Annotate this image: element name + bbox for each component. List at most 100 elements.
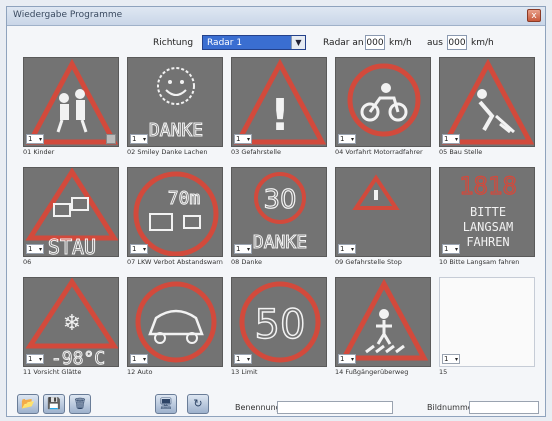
floppy-icon: 💾 <box>47 397 61 410</box>
svg-text:❄: ❄ <box>63 311 81 336</box>
name-field[interactable] <box>277 401 393 414</box>
sign-tile-14[interactable]: 1 14 Fußgängerüberweg <box>335 277 431 377</box>
trash-icon: 🗑 <box>73 397 87 410</box>
sign-caption: 04 Vorfahrt Motorradfahrer <box>335 148 423 156</box>
save-button[interactable]: 💾 <box>43 394 65 414</box>
sign-dropdown[interactable]: 1 <box>26 354 44 364</box>
delete-button[interactable]: 🗑 <box>69 394 91 414</box>
unit-label-b: km/h <box>471 38 494 48</box>
sign-text: 30 <box>263 185 296 215</box>
close-button[interactable]: x <box>527 9 541 22</box>
sign-text: BITTE <box>470 205 506 219</box>
sign-tile-09[interactable]: 1 09 Gefahrstelle Stop <box>335 167 431 267</box>
sign-text: 1818 <box>459 172 517 200</box>
refresh-icon: ↻ <box>193 397 203 410</box>
sign-preview[interactable]: 70m 1 <box>127 167 223 257</box>
sign-preview[interactable]: 1 <box>23 57 119 147</box>
sign-tile-03[interactable]: ! 1 03 Gefahrstelle <box>231 57 327 157</box>
sign-text: STAU <box>48 235 96 257</box>
sign-dropdown[interactable]: 1 <box>234 134 252 144</box>
sign-preview[interactable]: 50 1 <box>231 277 327 367</box>
sign-dropdown[interactable]: 1 <box>234 354 252 364</box>
sign-text: 50 <box>255 302 306 348</box>
sign-text: 70m <box>168 188 201 209</box>
sign-dropdown[interactable]: 1 <box>26 134 44 144</box>
bottom-toolbar: 📂 💾 🗑 🖥 ↻ Benennung Bildnummer <box>7 391 547 417</box>
sign-tile-04[interactable]: 1 04 Vorfahrt Motorradfahrer <box>335 57 431 157</box>
unit-label-a: km/h <box>389 38 412 48</box>
sign-dropdown[interactable]: 1 <box>338 244 356 254</box>
sign-caption: 13 Limit <box>231 368 258 376</box>
sign-dropdown[interactable]: 1 <box>442 134 460 144</box>
radar-to-input[interactable]: 000 <box>447 35 467 50</box>
upload-button[interactable]: 🖥 <box>155 394 177 414</box>
sign-tile-02[interactable]: DANKE 1 02 Smiley Danke Lachen <box>127 57 223 157</box>
sign-text: DANKE <box>253 232 307 253</box>
sign-text: LANGSAM <box>463 220 514 234</box>
sign-preview[interactable]: 1 <box>335 277 431 367</box>
sign-preview[interactable]: ! 1 <box>231 57 327 147</box>
direction-select[interactable]: Radar 1 ▼ <box>202 35 306 50</box>
sign-tile-07[interactable]: 70m 1 07 LKW Verbot Abstandswarnung <box>127 167 223 267</box>
toolbar-top: Richtung Radar 1 ▼ Radar an 000 km/h aus… <box>7 31 547 55</box>
sign-dropdown[interactable]: 1 <box>442 244 460 254</box>
sign-dropdown[interactable]: 1 <box>442 354 460 364</box>
sign-tile-13[interactable]: 50 1 13 Limit <box>231 277 327 377</box>
sign-preview-empty[interactable]: 1 <box>439 277 535 367</box>
sign-caption: 02 Smiley Danke Lachen <box>127 148 208 156</box>
sub-icon[interactable] <box>106 134 116 144</box>
number-field[interactable] <box>469 401 539 414</box>
sign-tile-15[interactable]: 1 15 <box>439 277 535 377</box>
sign-caption: 09 Gefahrstelle Stop <box>335 258 402 266</box>
radar-from-input[interactable]: 000 <box>365 35 385 50</box>
sign-dropdown[interactable]: 1 <box>130 134 148 144</box>
sign-caption: 15 <box>439 368 448 376</box>
radar-from-label: Radar an <box>323 38 364 48</box>
sign-preview[interactable]: 1 <box>335 167 431 257</box>
sign-preview[interactable]: 1 <box>127 277 223 367</box>
chevron-down-icon[interactable]: ▼ <box>291 36 305 49</box>
sign-preview[interactable]: ❄ -98°C 1 <box>23 277 119 367</box>
sign-tile-08[interactable]: 30 DANKE 1 08 Danke <box>231 167 327 267</box>
to-label: aus <box>427 38 443 48</box>
sign-tile-12[interactable]: 1 12 Auto <box>127 277 223 377</box>
open-folder-button[interactable]: 📂 <box>17 394 39 414</box>
sign-tile-10[interactable]: 1818 BITTE LANGSAM FAHREN 1 10 Bitte Lan… <box>439 167 535 267</box>
sign-dropdown[interactable]: 1 <box>26 244 44 254</box>
sign-caption: 12 Auto <box>127 368 153 376</box>
folder-icon: 📂 <box>21 397 35 410</box>
window-title: Wiedergabe Programme <box>13 10 123 20</box>
sign-preview[interactable]: STAU 1 <box>23 167 119 257</box>
display-icon: 🖥 <box>159 397 173 410</box>
sign-caption: 03 Gefahrstelle <box>231 148 281 156</box>
sign-dropdown[interactable]: 1 <box>234 244 252 254</box>
sign-preview[interactable]: DANKE 1 <box>127 57 223 147</box>
refresh-button[interactable]: ↻ <box>187 394 209 414</box>
sign-dropdown[interactable]: 1 <box>338 134 356 144</box>
sign-text: FAHREN <box>466 235 509 249</box>
sign-caption: 08 Danke <box>231 258 262 266</box>
programs-window: Wiedergabe Programme x Richtung Radar 1 … <box>6 6 546 417</box>
sign-dropdown[interactable]: 1 <box>130 354 148 364</box>
sign-text: -98°C <box>51 348 105 367</box>
sign-caption: 10 Bitte Langsam fahren <box>439 258 520 266</box>
sign-preview[interactable]: 1 <box>439 57 535 147</box>
sign-dropdown[interactable]: 1 <box>130 244 148 254</box>
sign-caption: 05 Bau Stelle <box>439 148 483 156</box>
direction-label: Richtung <box>153 38 194 48</box>
sign-dropdown[interactable]: 1 <box>338 354 356 364</box>
sign-text: ! <box>270 90 290 141</box>
sign-caption: 01 Kinder <box>23 148 55 156</box>
sign-tile-11[interactable]: ❄ -98°C 1 11 Vorsicht Glätte <box>23 277 119 377</box>
sign-caption: 14 Fußgängerüberweg <box>335 368 409 376</box>
sign-preview[interactable]: 1 <box>335 57 431 147</box>
sign-preview[interactable]: 1818 BITTE LANGSAM FAHREN 1 <box>439 167 535 257</box>
sign-grid: 1 01 Kinder DANKE 1 02 Smiley Danke Lach… <box>15 57 539 387</box>
sign-tile-01[interactable]: 1 01 Kinder <box>23 57 119 157</box>
sign-caption: 07 LKW Verbot Abstandswarnung <box>127 258 223 266</box>
sign-tile-06[interactable]: STAU 1 06 <box>23 167 119 267</box>
sign-preview[interactable]: 30 DANKE 1 <box>231 167 327 257</box>
sign-tile-05[interactable]: 1 05 Bau Stelle <box>439 57 535 157</box>
direction-select-value: Radar 1 <box>207 38 243 48</box>
sign-caption: 11 Vorsicht Glätte <box>23 368 82 376</box>
